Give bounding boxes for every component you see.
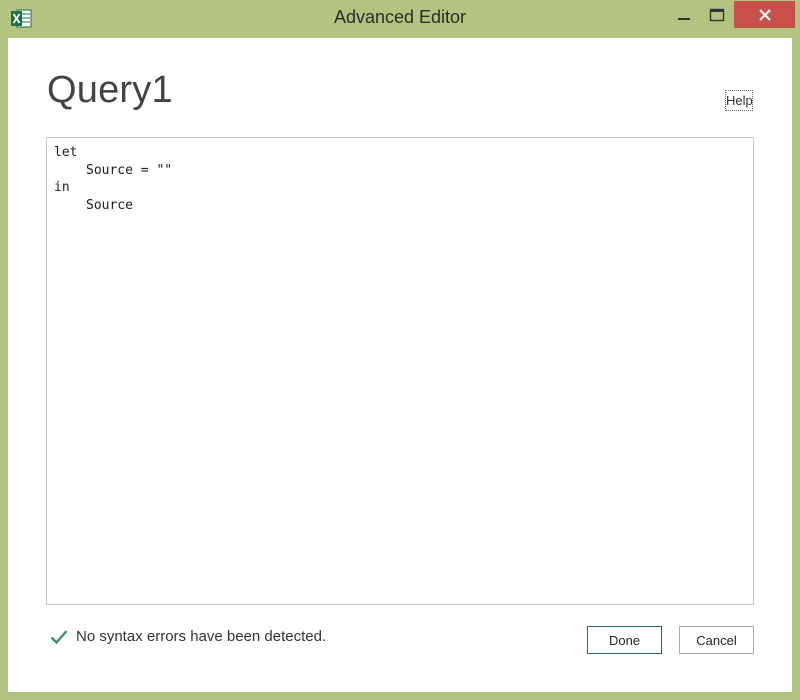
checkmark-icon [50,629,68,644]
code-line: Source = "" [86,162,173,178]
code-line: let [54,145,78,160]
cancel-button[interactable]: Cancel [679,626,754,654]
close-icon [758,8,771,21]
maximize-icon [709,8,725,21]
title-bar[interactable]: Advanced Editor [0,0,800,37]
query-title: Query1 [47,69,173,111]
advanced-editor-window: Advanced Editor Query1 Help let Source =… [0,0,800,700]
minimize-button[interactable] [665,1,702,28]
dialog-body: Query1 Help let Source = "" in Source No… [8,38,792,692]
query-editor[interactable]: let Source = "" in Source [46,137,754,605]
code-line: Source [86,197,133,213]
help-link[interactable]: Help [725,90,753,111]
code-line: in [54,180,70,195]
close-button[interactable] [734,1,795,28]
done-button[interactable]: Done [587,626,662,654]
maximize-button[interactable] [700,1,734,28]
minimize-icon [677,17,690,20]
status-message: No syntax errors have been detected. [76,628,327,645]
syntax-status: No syntax errors have been detected. [50,628,326,645]
